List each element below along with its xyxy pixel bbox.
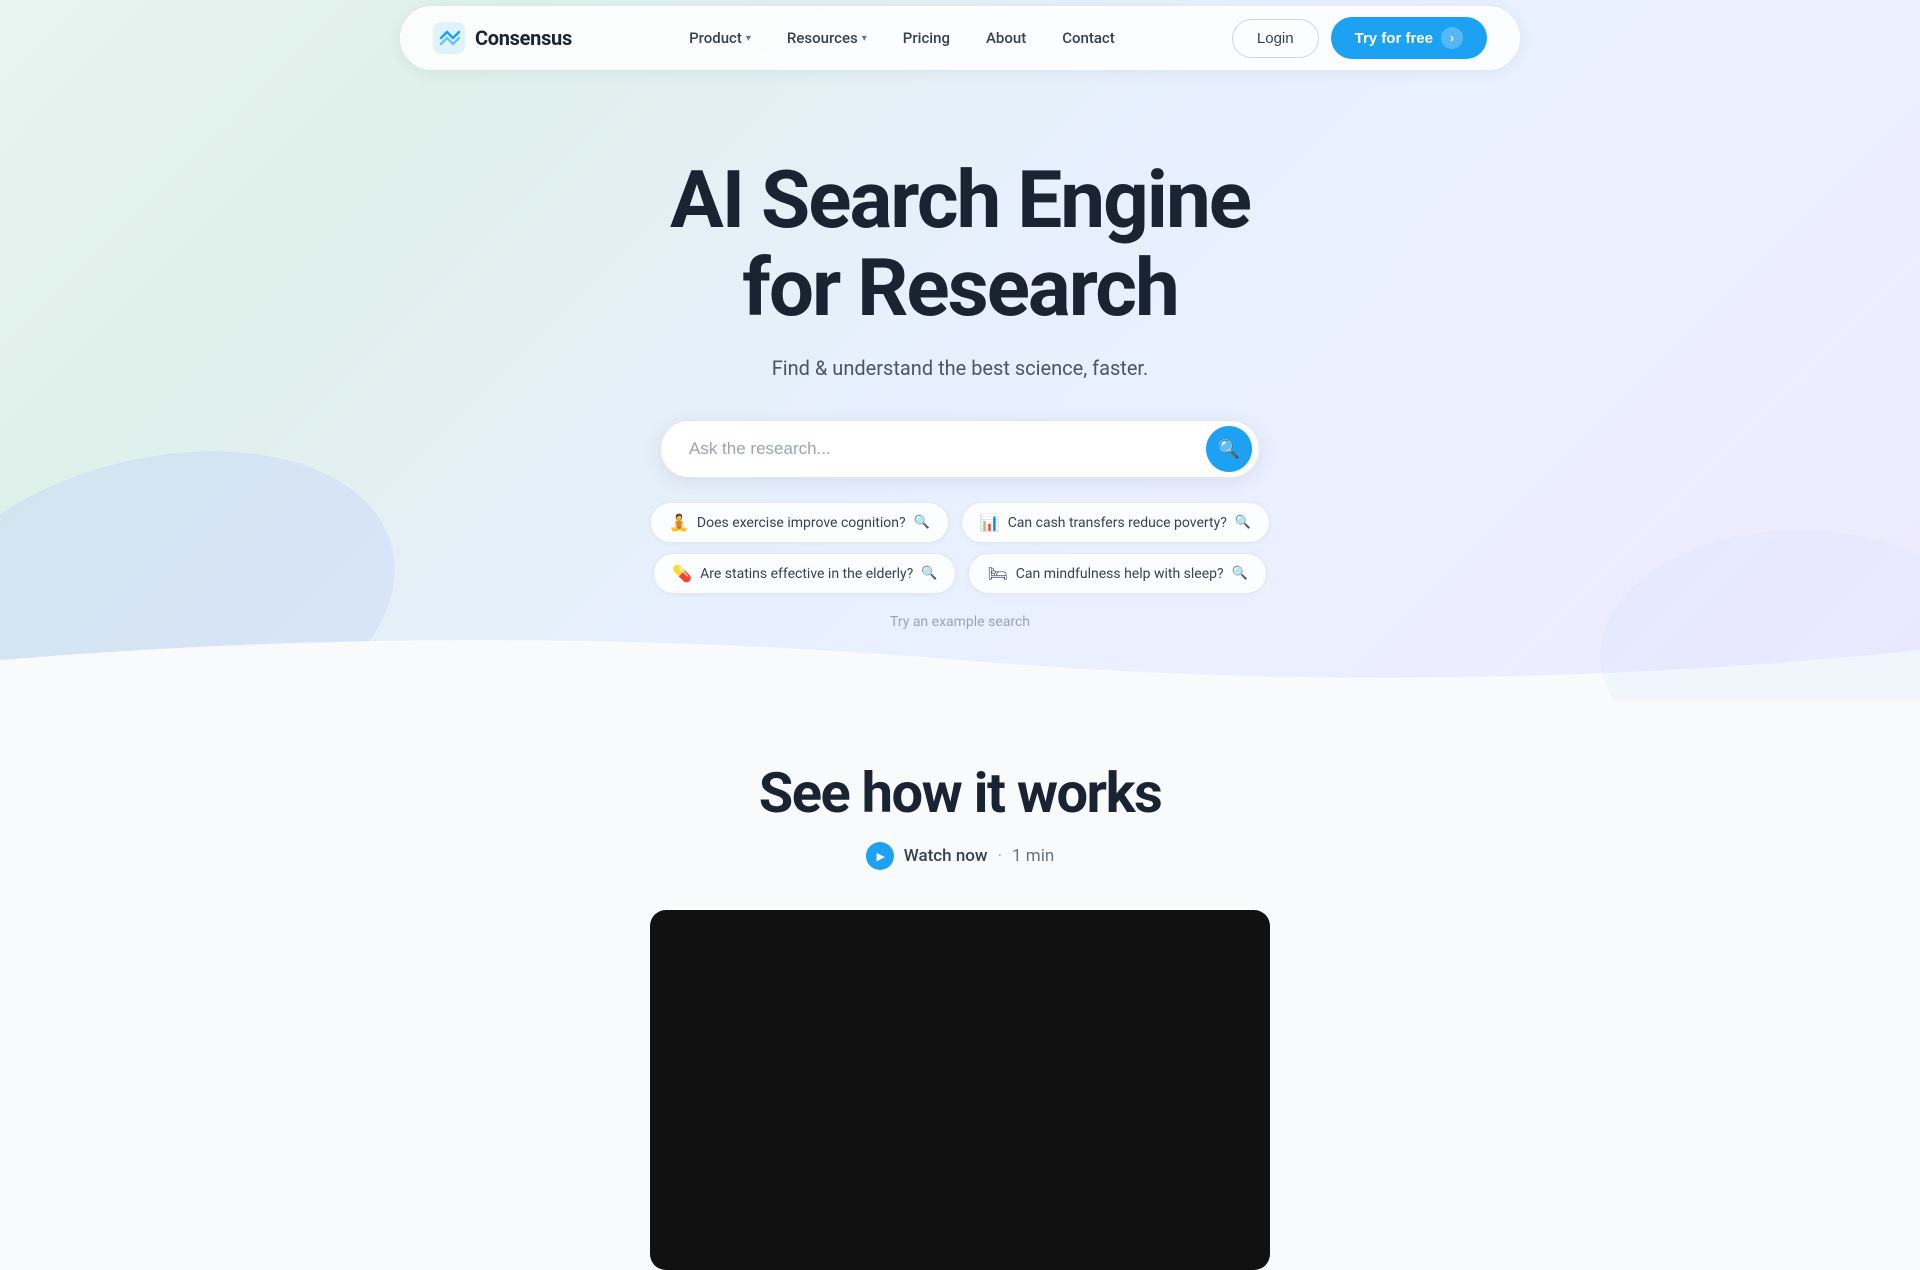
video-duration: 1 min: [1012, 846, 1054, 866]
video-preview[interactable]: [650, 910, 1270, 1270]
try-example-link[interactable]: Try an example search: [890, 614, 1030, 630]
dot-separator: ·: [998, 846, 1002, 866]
watch-row: ▶ Watch now · 1 min: [866, 842, 1054, 870]
search-input[interactable]: [660, 420, 1260, 478]
example-chips: 🧘 Does exercise improve cognition? 🔍 📊 C…: [650, 502, 1270, 594]
chips-row-1: 🧘 Does exercise improve cognition? 🔍 📊 C…: [650, 502, 1270, 543]
bottom-section: See how it works ▶ Watch now · 1 min: [0, 700, 1920, 1270]
chip-search-icon: 🔍: [921, 566, 937, 581]
search-wrapper: 🔍: [660, 420, 1260, 478]
chip-exercise[interactable]: 🧘 Does exercise improve cognition? 🔍: [650, 502, 949, 543]
nav-item-pricing[interactable]: Pricing: [889, 21, 964, 55]
nav-actions: Login Try for free ›: [1232, 17, 1487, 59]
chip-mindfulness[interactable]: 🛏 Can mindfulness help with sleep? 🔍: [968, 553, 1266, 594]
logo-icon: [433, 22, 465, 54]
search-icon: 🔍: [1218, 439, 1240, 460]
chip-statins[interactable]: 💊 Are statins effective in the elderly? …: [653, 553, 956, 594]
chip-cash[interactable]: 📊 Can cash transfers reduce poverty? 🔍: [961, 502, 1270, 543]
curve-divider: [0, 630, 1920, 700]
logo-area[interactable]: Consensus: [433, 22, 572, 54]
nav-item-about[interactable]: About: [972, 21, 1040, 55]
try-for-free-button[interactable]: Try for free ›: [1331, 17, 1487, 59]
nav-item-product[interactable]: Product ▾: [675, 21, 765, 55]
arrow-right-icon: ›: [1441, 27, 1463, 49]
hero-title: AI Search Engine for Research: [670, 156, 1250, 332]
play-icon: ▶: [877, 850, 885, 863]
chip-icon-cash: 📊: [980, 513, 1000, 532]
navbar: Consensus Product ▾ Resources ▾ Pricing …: [0, 0, 1920, 76]
chip-search-icon: 🔍: [1235, 515, 1251, 530]
see-how-title: See how it works: [759, 760, 1162, 826]
chip-icon-mindfulness: 🛏: [987, 564, 1007, 583]
chips-row-2: 💊 Are statins effective in the elderly? …: [653, 553, 1267, 594]
hero-content: AI Search Engine for Research Find & und…: [0, 76, 1920, 630]
chevron-down-icon: ▾: [862, 33, 867, 44]
chip-search-icon: 🔍: [1232, 566, 1248, 581]
watch-now-label[interactable]: Watch now: [904, 846, 988, 866]
login-button[interactable]: Login: [1232, 19, 1319, 58]
search-button[interactable]: 🔍: [1206, 426, 1252, 472]
nav-item-contact[interactable]: Contact: [1048, 21, 1129, 55]
nav-links: Product ▾ Resources ▾ Pricing About Cont…: [675, 21, 1129, 55]
chip-icon-exercise: 🧘: [669, 513, 689, 532]
chevron-down-icon: ▾: [746, 33, 751, 44]
logo-text: Consensus: [475, 26, 572, 50]
nav-item-resources[interactable]: Resources ▾: [773, 21, 881, 55]
play-button[interactable]: ▶: [866, 842, 894, 870]
hero-subtitle: Find & understand the best science, fast…: [772, 356, 1149, 380]
chip-icon-statins: 💊: [672, 564, 692, 583]
navbar-inner: Consensus Product ▾ Resources ▾ Pricing …: [400, 6, 1520, 70]
chip-search-icon: 🔍: [914, 515, 930, 530]
